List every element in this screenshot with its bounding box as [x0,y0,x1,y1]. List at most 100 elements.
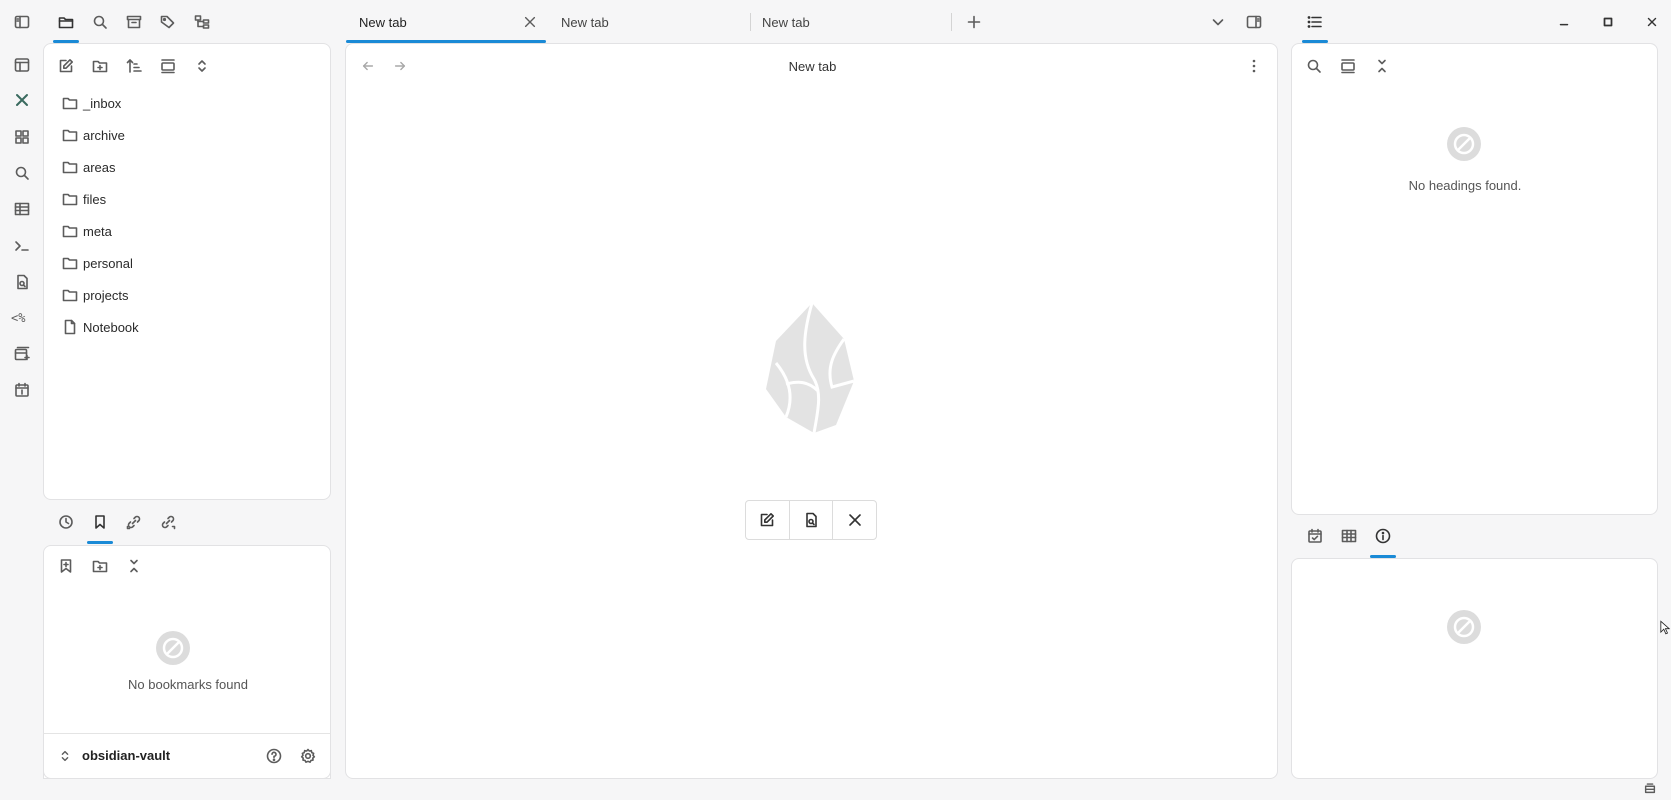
table-icon[interactable] [13,200,31,218]
tree-folder-files[interactable]: files [62,188,106,210]
new-folder-icon[interactable] [90,56,110,76]
main-editor-panel: New tab [345,43,1278,779]
toggle-right-sidebar-icon[interactable] [1244,12,1264,32]
expand-collapse-icon[interactable] [192,56,212,76]
bookmarks-tab-icon[interactable] [90,512,110,532]
tree-item-label: Notebook [83,319,139,335]
folder-icon [62,161,78,174]
active-tab-indicator [87,541,113,544]
templater-icon[interactable]: <% [11,309,33,327]
more-options-icon[interactable] [1244,56,1264,76]
outline-panel: No headings found. [1291,43,1658,515]
edit-icon [761,513,775,527]
tab-label: New tab [561,14,609,30]
tasks-calendar-tab-icon[interactable] [1305,526,1325,546]
auto-reveal-icon[interactable] [158,56,178,76]
empty-tab-actions [745,500,877,540]
tab-new-tab-3[interactable]: New tab [762,8,942,36]
close-tab-icon[interactable] [521,13,539,31]
tree-item-label: _inbox [83,95,122,111]
outline-auto-reveal-icon[interactable] [1338,56,1358,76]
recent-files-tab-icon[interactable] [56,512,76,532]
tree-folder-archive[interactable]: archive [62,124,125,146]
add-bookmark-icon[interactable] [56,556,76,576]
settings-gear-icon[interactable] [298,746,318,766]
calendar-icon[interactable] [13,381,31,399]
view-title: New tab [788,59,837,74]
outgoing-links-tab-icon[interactable] [158,512,178,532]
tags-tab-icon[interactable] [158,12,178,32]
folder-icon [62,97,78,110]
excalidraw-icon[interactable] [13,91,31,109]
folder-icon [62,193,78,206]
window-close-icon[interactable] [1642,12,1662,32]
file-explorer-panel: _inbox archive areas files meta personal… [43,43,331,500]
canvas-layout-icon[interactable] [13,56,31,74]
vault-name[interactable]: obsidian-vault [82,748,170,763]
collapse-all-icon[interactable] [124,556,144,576]
tab-separator [951,13,952,31]
tab-new-tab-1[interactable]: New tab [359,8,545,36]
tree-folder-meta[interactable]: meta [62,220,112,242]
empty-state-icon [1444,124,1484,164]
terminal-icon[interactable] [13,237,31,255]
tree-folder-inbox[interactable]: _inbox [62,92,121,114]
folder-icon [62,225,78,238]
archive-tab-icon[interactable] [124,12,144,32]
search-tab-icon[interactable] [90,12,110,32]
tree-file-notebook[interactable]: Notebook [62,316,139,338]
outline-collapse-all-icon[interactable] [1372,56,1392,76]
outline-search-icon[interactable] [1304,56,1324,76]
tab-separator [750,13,751,31]
tree-item-label: files [83,191,107,207]
empty-state-icon [1444,607,1484,647]
mouse-cursor-icon [1660,620,1670,636]
tab-new-tab-2[interactable]: New tab [561,8,741,36]
minimize-icon[interactable] [1554,12,1574,32]
file-search-icon[interactable] [13,273,31,291]
empty-state-icon [153,628,193,668]
close-button[interactable] [833,501,876,539]
vault-switcher-icon[interactable] [56,747,74,765]
bookmarks-empty-message: No bookmarks found [128,677,248,692]
table-tab-icon[interactable] [1339,526,1359,546]
status-bar-icon[interactable] [1643,781,1657,795]
tab-list-chevron-down-icon[interactable] [1208,12,1228,32]
tree-item-label: archive [83,127,125,143]
close-icon [848,514,861,526]
dashboard-icon[interactable] [13,128,31,146]
outline-tab-icon[interactable] [1305,12,1325,32]
help-icon[interactable] [264,746,284,766]
structure-tab-icon[interactable] [192,12,212,32]
file-search-icon [806,512,817,528]
kanban-add-icon[interactable] [13,345,31,363]
tree-folder-areas[interactable]: areas [62,156,116,178]
toggle-left-sidebar-icon[interactable] [13,13,31,31]
tree-folder-personal[interactable]: personal [62,252,133,274]
tree-item-label: projects [83,287,129,303]
tree-item-label: areas [83,159,116,175]
files-tab-icon[interactable] [56,12,76,32]
folder-icon [62,289,78,302]
backlinks-tab-icon[interactable] [124,512,144,532]
new-note-icon[interactable] [56,56,76,76]
tree-folder-projects[interactable]: projects [62,284,129,306]
svg-text:<%: <% [11,311,26,325]
sort-icon[interactable] [124,56,144,76]
tab-label: New tab [762,14,810,30]
obsidian-logo-icon [756,301,866,441]
new-tab-plus-icon[interactable] [964,12,984,32]
info-tab-icon[interactable] [1373,526,1393,546]
tab-label: New tab [359,14,407,30]
tree-item-label: meta [83,223,112,239]
outline-empty-message: No headings found. [1408,178,1522,193]
tree-item-label: personal [83,255,133,271]
search-icon[interactable] [13,164,31,182]
create-new-note-button[interactable] [746,501,790,539]
go-to-file-button[interactable] [790,501,834,539]
new-bookmark-group-icon[interactable] [90,556,110,576]
file-info-panel [1291,558,1658,779]
maximize-icon[interactable] [1598,12,1618,32]
ribbon: <% [0,0,43,800]
folder-icon [62,257,78,270]
